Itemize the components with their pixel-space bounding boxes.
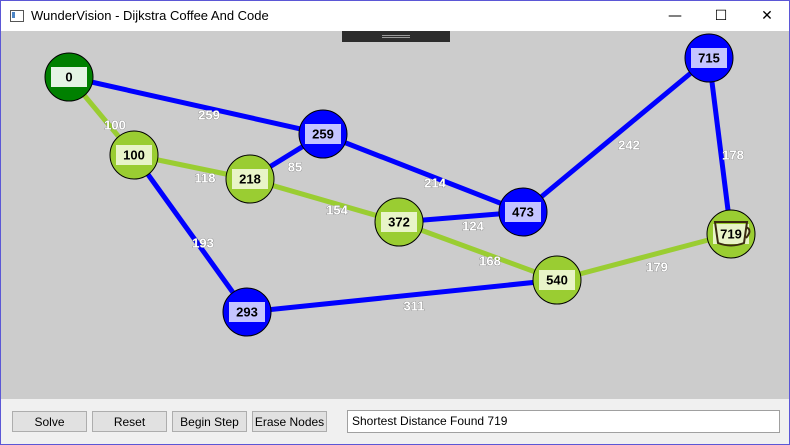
- edge-weight-label: 259: [198, 107, 220, 122]
- edge-weight-label: 168: [479, 253, 501, 268]
- graph-node[interactable]: 719: [706, 209, 756, 259]
- maximize-button[interactable]: ☐: [698, 1, 744, 31]
- graph-node[interactable]: 473: [498, 187, 548, 237]
- node-distance-label: 540: [546, 272, 568, 287]
- window-app-icon[interactable]: [10, 10, 24, 22]
- title-bar[interactable]: WunderVision - Dijkstra Coffee And Code …: [1, 1, 789, 31]
- graph-node[interactable]: 540: [532, 255, 582, 305]
- graph-edge: [246, 277, 558, 315]
- drag-grip[interactable]: [342, 31, 450, 42]
- app-window: WunderVision - Dijkstra Coffee And Code …: [0, 0, 790, 445]
- node-distance-label: 0: [65, 69, 72, 84]
- node-distance-label: 293: [236, 304, 258, 319]
- graph-svg[interactable]: 100 259 118 193 85 154 214 124 168 242 178 179 311 0…: [1, 31, 789, 399]
- graph-node[interactable]: 372: [374, 197, 424, 247]
- reset-button[interactable]: Reset: [92, 411, 167, 432]
- maximize-icon: ☐: [714, 8, 728, 24]
- graph-node[interactable]: 218: [225, 154, 275, 204]
- graph-edge: [556, 231, 732, 283]
- edge-weight-label: 85: [288, 159, 302, 174]
- edge-weight-label: 214: [424, 175, 446, 190]
- edges-layer: [67, 56, 734, 315]
- edge-weight-label: 100: [104, 117, 126, 132]
- node-distance-label: 100: [123, 147, 145, 162]
- node-distance-label: 372: [388, 214, 410, 229]
- node-distance-label: 218: [239, 171, 261, 186]
- minimize-icon: —: [668, 8, 682, 24]
- graph-node[interactable]: 259: [298, 109, 348, 159]
- close-button[interactable]: ✕: [744, 1, 790, 31]
- edge-weight-label: 154: [326, 202, 348, 217]
- graph-node[interactable]: 100: [109, 130, 159, 180]
- node-distance-label: 473: [512, 204, 534, 219]
- solve-button[interactable]: Solve: [12, 411, 87, 432]
- edge-weight-label: 311: [404, 298, 425, 313]
- graph-edge: [521, 56, 711, 214]
- close-icon: ✕: [761, 8, 773, 24]
- begin-step-button[interactable]: Begin Step: [172, 411, 247, 432]
- edge-weight-label: 179: [646, 259, 668, 274]
- bottom-toolbar: Solve Reset Begin Step Erase Nodes Short…: [1, 399, 789, 444]
- graph-edge: [706, 57, 734, 235]
- edge-weight-label: 242: [618, 137, 640, 152]
- edge-weight-label: 193: [192, 235, 214, 250]
- graph-node[interactable]: 715: [684, 33, 734, 83]
- graph-node[interactable]: 293: [222, 287, 272, 337]
- graph-node[interactable]: 0: [44, 52, 94, 102]
- graph-edge: [322, 131, 524, 215]
- edge-labels-layer: 100 259 118 193 85 154 214 124 168 242 178 179 311: [104, 107, 744, 314]
- status-field[interactable]: Shortest Distance Found 719: [347, 410, 780, 433]
- window-title: WunderVision - Dijkstra Coffee And Code: [31, 8, 269, 23]
- node-distance-label: 719: [720, 226, 742, 241]
- node-distance-label: 715: [698, 50, 720, 65]
- edge-weight-label: 118: [195, 170, 216, 185]
- node-distance-label: 259: [312, 126, 334, 141]
- minimize-button[interactable]: —: [652, 1, 698, 31]
- nodes-layer[interactable]: 0 100 218 259 293 372 473 540 715 719: [44, 33, 756, 337]
- graph-canvas[interactable]: 100 259 118 193 85 154 214 124 168 242 178 179 311 0…: [1, 31, 789, 399]
- erase-nodes-button[interactable]: Erase Nodes: [252, 411, 327, 432]
- edge-weight-label: 178: [722, 147, 744, 162]
- edge-weight-label: 124: [462, 218, 484, 233]
